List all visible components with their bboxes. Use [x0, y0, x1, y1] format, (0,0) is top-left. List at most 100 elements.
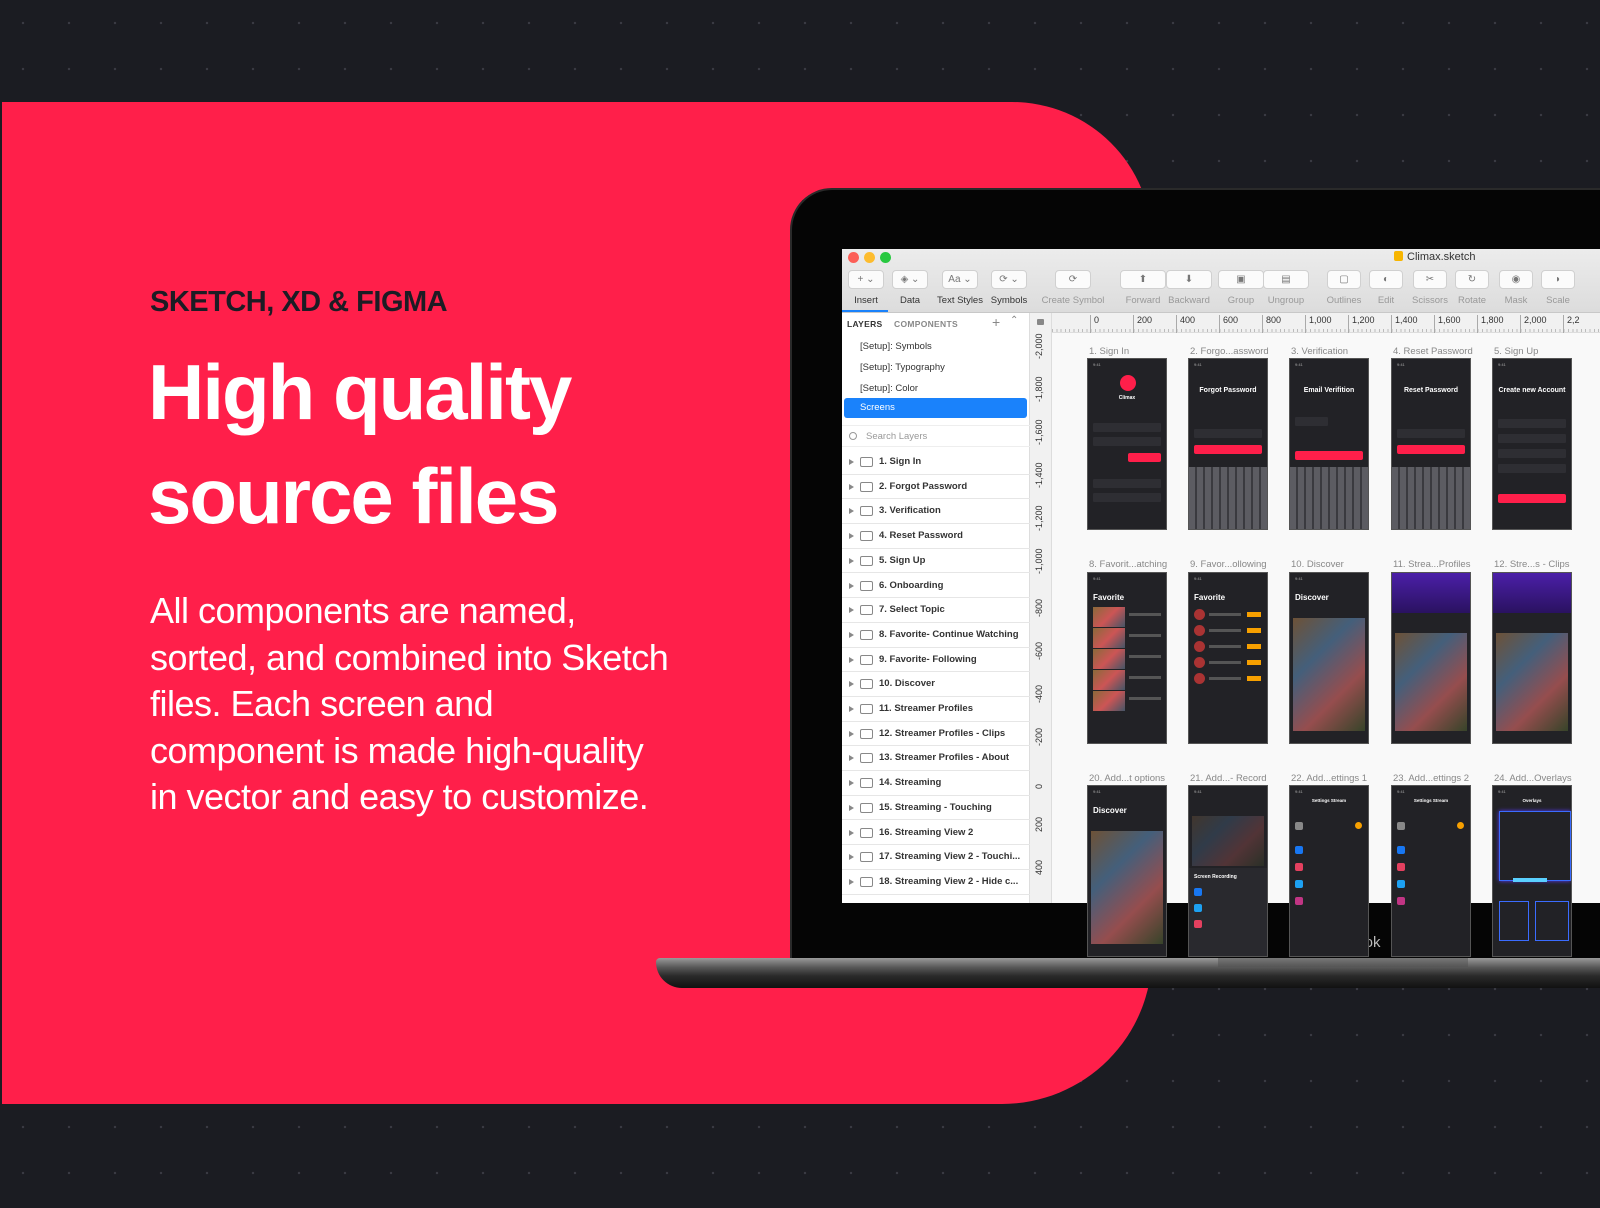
- layer-item[interactable]: 9. Favorite- Following: [842, 648, 1030, 673]
- group-button[interactable]: ▣: [1218, 270, 1264, 289]
- disclosure-triangle-icon[interactable]: [849, 804, 854, 811]
- artboard[interactable]: 9:41 Forgot Password: [1188, 358, 1268, 530]
- symbol-button[interactable]: ⟳ ⌄: [991, 270, 1027, 289]
- artboard-label[interactable]: 24. Add...Overlays: [1494, 773, 1572, 784]
- layer-label: 6. Onboarding: [879, 579, 944, 591]
- add-page-icon[interactable]: +: [992, 314, 1000, 330]
- disclosure-triangle-icon[interactable]: [849, 557, 854, 564]
- layer-item[interactable]: 4. Reset Password: [842, 524, 1030, 549]
- disclosure-triangle-icon[interactable]: [849, 829, 854, 836]
- artboard[interactable]: 9:41 Email Verifition: [1289, 358, 1369, 530]
- artboard[interactable]: 9:41: [1391, 572, 1471, 744]
- rotate-button[interactable]: ↻: [1455, 270, 1489, 289]
- artboard[interactable]: 9:41 Settings Stream: [1391, 785, 1471, 957]
- layer-item[interactable]: 15. Streaming - Touching: [842, 796, 1030, 821]
- artboard[interactable]: 9:41 Overlays: [1492, 785, 1572, 957]
- edit-button[interactable]: ◐: [1369, 270, 1403, 289]
- tab-components[interactable]: COMPONENTS: [894, 319, 958, 329]
- artboard[interactable]: 9:41: [1492, 572, 1572, 744]
- scale-button[interactable]: ◗: [1541, 270, 1575, 289]
- tab-layers[interactable]: LAYERS: [847, 319, 883, 329]
- plus-button[interactable]: + ⌄: [848, 270, 884, 289]
- outlines-button[interactable]: ▢: [1327, 270, 1361, 289]
- artboard-label[interactable]: 21. Add...- Record: [1190, 773, 1267, 784]
- layer-item[interactable]: 1. Sign In: [842, 450, 1030, 475]
- close-button[interactable]: [848, 252, 859, 263]
- backward-button[interactable]: ⬇: [1166, 270, 1212, 289]
- layer-item[interactable]: 8. Favorite- Continue Watching: [842, 623, 1030, 648]
- artboard-label[interactable]: 22. Add...ettings 1: [1291, 773, 1367, 784]
- disclosure-triangle-icon[interactable]: [849, 681, 854, 688]
- mask-button[interactable]: ◉: [1499, 270, 1533, 289]
- artboard-label[interactable]: 2. Forgo...assword: [1190, 346, 1269, 357]
- page-item[interactable]: [Setup]: Typography: [860, 362, 945, 373]
- layer-item[interactable]: 16. Streaming View 2: [842, 821, 1030, 846]
- disclosure-triangle-icon[interactable]: [849, 730, 854, 737]
- disclosure-triangle-icon[interactable]: [849, 755, 854, 762]
- forward-button[interactable]: ⬆: [1120, 270, 1166, 289]
- disclosure-triangle-icon[interactable]: [849, 483, 854, 490]
- disclosure-triangle-icon[interactable]: [849, 780, 854, 787]
- text-style-button[interactable]: Aa ⌄: [942, 270, 978, 289]
- disclosure-triangle-icon[interactable]: [849, 854, 854, 861]
- collapse-chevron-icon[interactable]: ⌃: [1010, 315, 1018, 326]
- create-symbol-icon: ⟳: [1068, 274, 1078, 285]
- page-item[interactable]: [Setup]: Color: [860, 383, 918, 394]
- layer-item[interactable]: 18. Streaming View 2 - Hide c...: [842, 870, 1030, 895]
- layer-item[interactable]: 10. Discover: [842, 672, 1030, 697]
- artboard-label[interactable]: 8. Favorit...atching: [1089, 559, 1167, 570]
- artboard-label[interactable]: 9. Favor...ollowing: [1190, 559, 1267, 570]
- disclosure-triangle-icon[interactable]: [849, 459, 854, 465]
- artboard-label[interactable]: 1. Sign In: [1089, 346, 1129, 357]
- artboard[interactable]: 9:41 Screen Recording: [1188, 785, 1268, 957]
- artboard[interactable]: 9:41 Create new Account: [1492, 358, 1572, 530]
- artboard[interactable]: 9:41 Reset Password: [1391, 358, 1471, 530]
- artboard-icon: [860, 852, 873, 863]
- artboard[interactable]: 9:41 Discover: [1087, 785, 1167, 957]
- search-layers-input[interactable]: Search Layers: [842, 425, 1030, 447]
- layer-item[interactable]: 6. Onboarding: [842, 574, 1030, 599]
- artboard-label[interactable]: 4. Reset Password: [1393, 346, 1473, 357]
- disclosure-triangle-icon[interactable]: [849, 878, 854, 885]
- disclosure-triangle-icon[interactable]: [849, 607, 854, 614]
- layer-item[interactable]: 3. Verification: [842, 499, 1030, 525]
- create-symbol-button[interactable]: ⟳: [1055, 270, 1091, 289]
- artboard[interactable]: 9:41 Favorite: [1087, 572, 1167, 744]
- layer-item[interactable]: 17. Streaming View 2 - Touchi...: [842, 845, 1030, 870]
- artboard-label[interactable]: 12. Stre...s - Clips: [1494, 559, 1570, 570]
- layer-item[interactable]: 5. Sign Up: [842, 549, 1030, 574]
- artboard[interactable]: 9:41 Settings Stream: [1289, 785, 1369, 957]
- outlines-icon: ▢: [1339, 274, 1349, 285]
- artboard[interactable]: 9:41 Discover: [1289, 572, 1369, 744]
- layers-stack-button[interactable]: ◈ ⌄: [892, 270, 928, 289]
- layer-item[interactable]: 2. Forgot Password: [842, 475, 1030, 500]
- artboard-label[interactable]: 10. Discover: [1291, 559, 1344, 570]
- toolbar-label: Outlines: [1326, 295, 1362, 306]
- layer-label: 4. Reset Password: [879, 530, 963, 542]
- artboard-label[interactable]: 20. Add...t options: [1089, 773, 1165, 784]
- page-item-selected[interactable]: Screens: [844, 398, 1027, 418]
- disclosure-triangle-icon[interactable]: [849, 706, 854, 712]
- ungroup-button[interactable]: ▤: [1263, 270, 1309, 289]
- layer-item[interactable]: 14. Streaming: [842, 771, 1030, 796]
- artboard-label[interactable]: 11. Strea...Profiles: [1393, 559, 1470, 570]
- layer-item[interactable]: 13. Streamer Profiles - About: [842, 746, 1030, 772]
- disclosure-triangle-icon[interactable]: [849, 656, 854, 663]
- artboard-label[interactable]: 3. Verification: [1291, 346, 1348, 357]
- layer-item[interactable]: 12. Streamer Profiles - Clips: [842, 722, 1030, 747]
- artboard-label[interactable]: 23. Add...ettings 2: [1393, 773, 1469, 784]
- lock-icon[interactable]: [1037, 319, 1044, 325]
- disclosure-triangle-icon[interactable]: [849, 508, 854, 515]
- scissors-button[interactable]: ✂: [1413, 270, 1447, 289]
- zoom-button[interactable]: [880, 252, 891, 263]
- disclosure-triangle-icon[interactable]: [849, 582, 854, 589]
- artboard-label[interactable]: 5. Sign Up: [1494, 346, 1538, 357]
- layer-item[interactable]: 7. Select Topic: [842, 598, 1030, 623]
- disclosure-triangle-icon[interactable]: [849, 533, 854, 540]
- artboard[interactable]: 9:41 Favorite: [1188, 572, 1268, 744]
- disclosure-triangle-icon[interactable]: [849, 631, 854, 638]
- page-item[interactable]: [Setup]: Symbols: [860, 341, 932, 352]
- artboard[interactable]: 9:41 Climax: [1087, 358, 1167, 530]
- minimize-button[interactable]: [864, 252, 875, 263]
- layer-item[interactable]: 11. Streamer Profiles: [842, 697, 1030, 722]
